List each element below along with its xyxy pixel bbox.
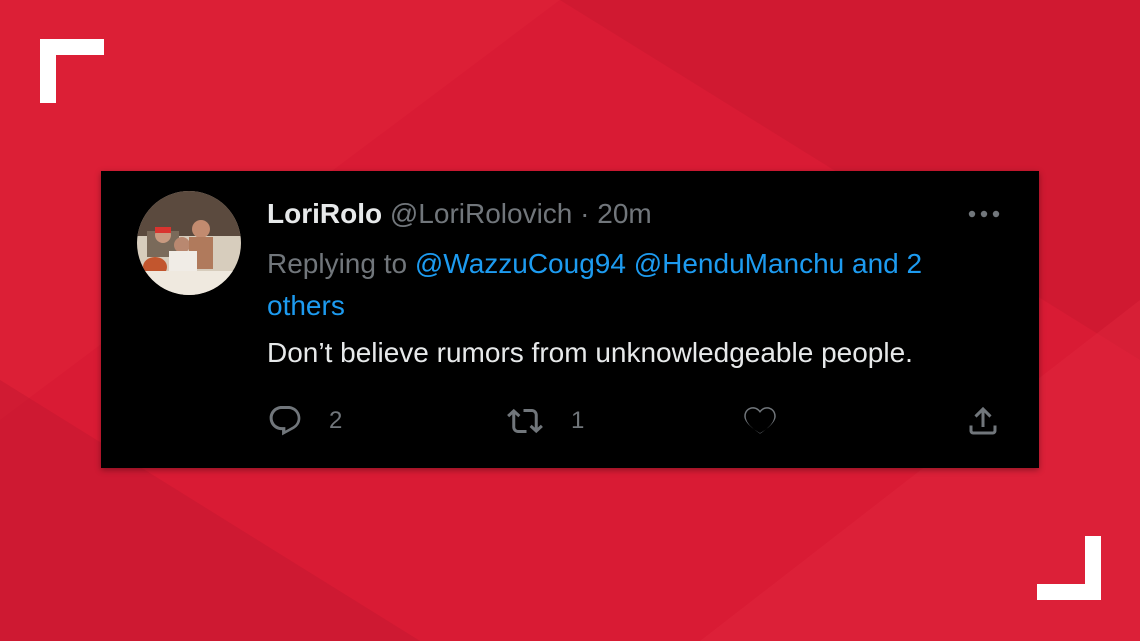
mention-hendumanchu[interactable]: @HenduManchu <box>634 248 845 279</box>
reply-bubble-icon <box>269 406 301 436</box>
heart-icon <box>744 407 776 434</box>
like-button[interactable] <box>742 403 778 439</box>
tweet-text: Don’t believe rumors from unknowledgeabl… <box>267 337 913 368</box>
share-icon <box>969 406 997 435</box>
avatar[interactable] <box>137 191 241 295</box>
tweet-header: LoriRolo @LoriRolovich · 20m <box>267 197 652 231</box>
separator-dot: · <box>580 198 590 229</box>
reply-button[interactable]: 2 <box>267 403 342 439</box>
retweet-count: 1 <box>571 407 585 434</box>
user-handle[interactable]: @LoriRolovich <box>390 198 573 229</box>
mention-wazzucoug94[interactable]: @WazzuCoug94 <box>415 248 626 279</box>
replying-to-line: Replying to @WazzuCoug94 @HenduManchu an… <box>267 243 1007 327</box>
display-name[interactable]: LoriRolo <box>267 198 382 229</box>
replying-to-label: Replying to <box>267 248 408 279</box>
tweet-timestamp[interactable]: 20m <box>597 198 651 229</box>
tweet-card: LoriRolo @LoriRolovich · 20m Replying to… <box>101 171 1039 468</box>
retweet-button[interactable]: 1 <box>505 403 584 439</box>
more-dots-icon[interactable] <box>967 209 1001 219</box>
reply-count: 2 <box>329 407 343 434</box>
retweet-icon <box>507 408 543 434</box>
share-button[interactable] <box>965 403 1001 439</box>
